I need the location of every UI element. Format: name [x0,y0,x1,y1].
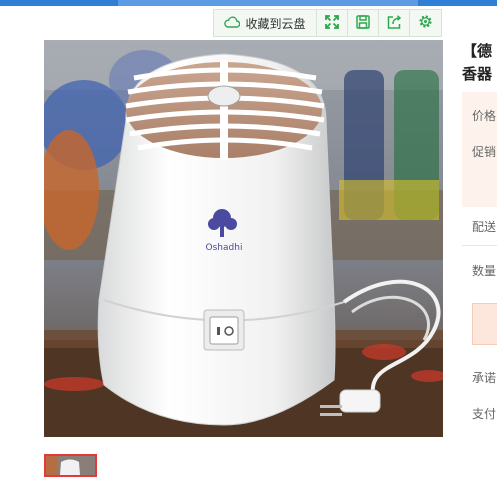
shipping-label: 配送 [472,220,497,234]
product-title-line-2: 香器 [462,65,493,83]
image-toolbar: 收藏到云盘 [213,9,442,37]
settings-gear-icon [418,14,433,33]
top-nav-bar [0,0,497,6]
save-disk-icon [356,14,370,33]
quantity-label: 数量 [472,264,497,278]
payment-label: 支付 [472,407,497,421]
price-label: 价格 [472,109,497,123]
expand-button[interactable] [317,10,348,36]
save-to-cloud-button[interactable]: 收藏到云盘 [214,10,317,36]
product-thumbnail[interactable] [44,454,97,477]
product-main-image[interactable]: Oshadhi [44,40,443,437]
cloud-icon [224,16,241,31]
product-brand-text: Oshadhi [206,243,243,253]
product-title: 【德 香器 [462,40,492,86]
promise-label: 承诺 [472,371,497,385]
save-button[interactable] [348,10,379,36]
top-nav-highlight [118,0,418,6]
buy-button-partial[interactable] [472,303,497,345]
save-to-cloud-label: 收藏到云盘 [245,16,306,31]
settings-button[interactable] [410,10,441,36]
promotion-label: 促销 [472,145,497,159]
product-title-line-1: 【德 [462,42,493,60]
section-divider [462,245,497,246]
share-button[interactable] [379,10,410,36]
share-icon [387,14,402,33]
expand-icon [325,14,339,33]
